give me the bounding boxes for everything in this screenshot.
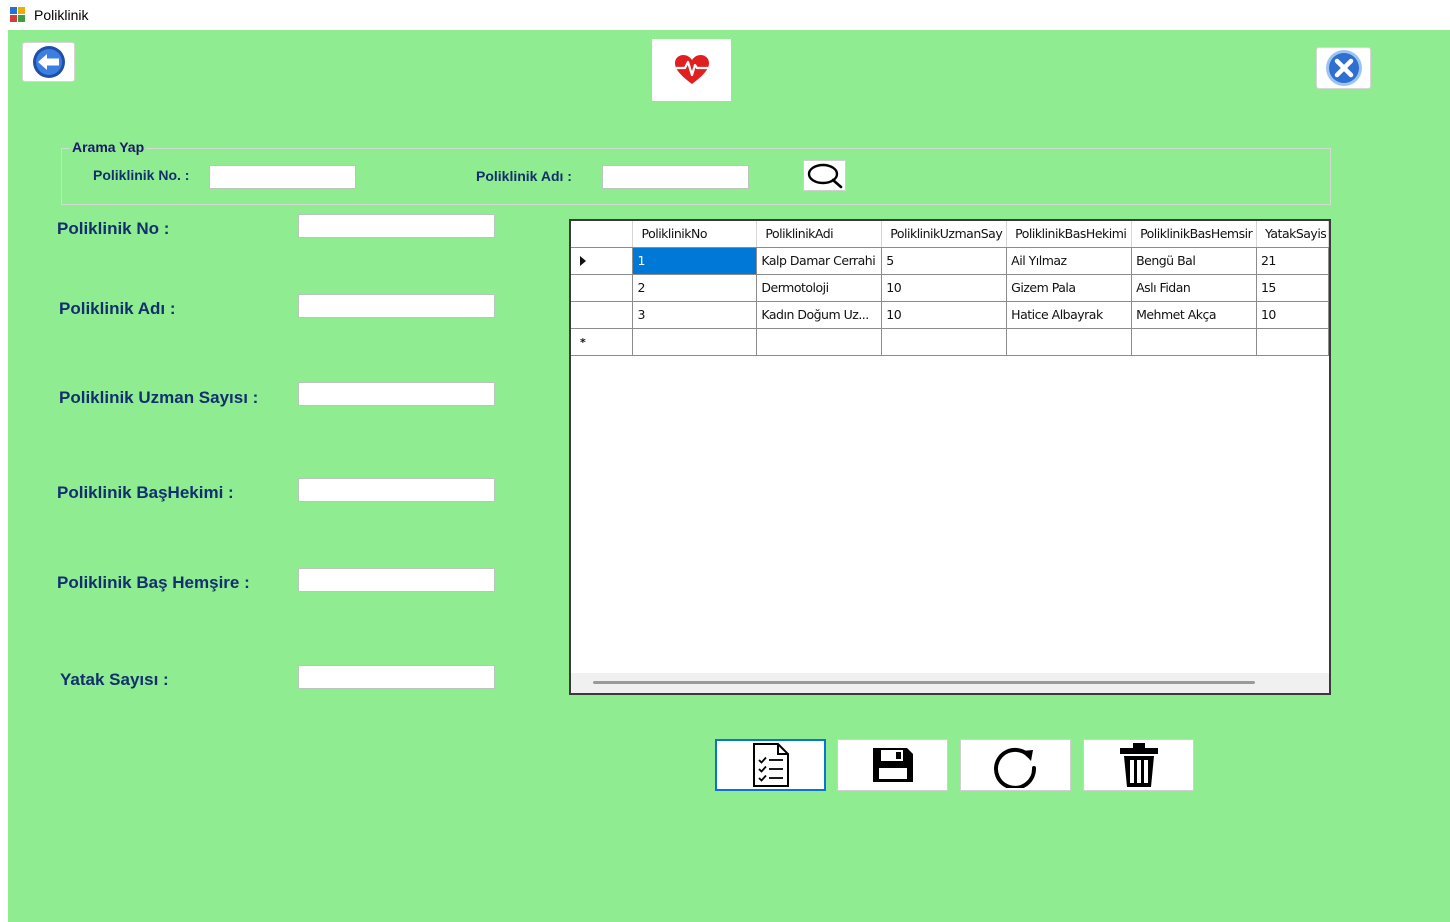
form-head-nurse-input[interactable] (298, 568, 495, 592)
current-row-arrow-icon (580, 256, 586, 266)
form-beds-input[interactable] (298, 665, 495, 689)
row-header-new[interactable]: * (571, 328, 634, 356)
form-beds-label: Yatak Sayısı : (60, 670, 169, 689)
close-button[interactable] (1316, 47, 1371, 89)
floppy-disk-icon (872, 748, 913, 782)
form-head-nurse-label: Poliklinik Baş Hemşire : (57, 573, 250, 592)
delete-button[interactable] (1083, 739, 1194, 791)
table-cell[interactable]: Kadın Doğum Uz... (756, 301, 883, 329)
table-cell[interactable]: 21 (1256, 247, 1329, 275)
close-circle-icon (1325, 50, 1362, 86)
trash-icon (1119, 743, 1158, 787)
form-name-input[interactable] (298, 294, 495, 318)
horizontal-scrollbar[interactable] (571, 673, 1329, 693)
table-cell[interactable]: 10 (1256, 301, 1329, 329)
grid-col-header[interactable]: YatakSayis (1256, 221, 1329, 248)
search-group-title: Arama Yap (70, 139, 147, 155)
table-cell[interactable] (632, 328, 758, 356)
refresh-button[interactable] (960, 739, 1071, 791)
search-button[interactable] (803, 160, 846, 191)
table-cell[interactable]: Gizem Pala (1006, 274, 1133, 302)
search-no-input[interactable] (209, 165, 356, 189)
window-title: Poliklinik (34, 7, 89, 23)
refresh-icon (993, 747, 1036, 788)
grid-header-row: PoliklinikNo PoliklinikAdi PoliklinikUzm… (571, 221, 1329, 248)
table-cell[interactable]: Mehmet Akça (1131, 301, 1257, 329)
table-cell[interactable] (1006, 328, 1133, 356)
table-cell[interactable] (881, 328, 1008, 356)
back-arrow-icon (32, 46, 65, 78)
row-header-current[interactable] (571, 247, 634, 275)
title-bar: Poliklinik (0, 0, 1450, 30)
new-row[interactable]: * (571, 328, 1329, 356)
table-row[interactable]: 1 Kalp Damar Cerrahi 5 Ail Yılmaz Bengü … (571, 247, 1329, 275)
table-row[interactable]: 3 Kadın Doğum Uz... 10 Hatice Albayrak M… (571, 301, 1329, 329)
grid-col-header[interactable]: PoliklinikBasHemsir (1131, 221, 1257, 248)
table-cell[interactable]: Aslı Fidan (1131, 274, 1257, 302)
grid-col-header[interactable]: PoliklinikUzmanSay (881, 221, 1008, 248)
table-cell[interactable]: 5 (881, 247, 1008, 275)
form-no-input[interactable] (298, 214, 495, 238)
table-cell[interactable]: Hatice Albayrak (1006, 301, 1133, 329)
table-cell[interactable] (1256, 328, 1329, 356)
form-name-label: Poliklinik Adı : (59, 299, 176, 318)
form-specialist-label: Poliklinik Uzman Sayısı : (59, 388, 259, 407)
table-row[interactable]: 2 Dermotoloji 10 Gizem Pala Aslı Fidan 1… (571, 274, 1329, 302)
save-button[interactable] (837, 739, 948, 791)
table-cell[interactable]: 15 (1256, 274, 1329, 302)
search-icon (807, 163, 842, 188)
new-row-marker: * (580, 336, 586, 349)
grid-corner-header (571, 221, 634, 248)
table-cell[interactable]: Dermotoloji (756, 274, 883, 302)
checklist-icon (752, 743, 789, 787)
form-no-label: Poliklinik No : (57, 219, 170, 238)
table-cell[interactable]: 10 (881, 274, 1008, 302)
scrollbar-thumb[interactable] (593, 681, 1255, 684)
data-grid[interactable]: PoliklinikNo PoliklinikAdi PoliklinikUzm… (569, 219, 1331, 695)
table-cell[interactable] (756, 328, 883, 356)
table-cell[interactable]: Ail Yılmaz (1006, 247, 1133, 275)
list-button[interactable] (715, 739, 826, 791)
search-name-input[interactable] (602, 165, 749, 189)
search-no-label: Poliklinik No. : (93, 167, 190, 183)
client-area: Arama Yap Poliklinik No. : Poliklinik Ad… (8, 30, 1450, 922)
table-cell[interactable]: 2 (632, 274, 758, 302)
form-specialist-input[interactable] (298, 382, 495, 406)
row-header[interactable] (571, 274, 634, 302)
table-cell[interactable]: Kalp Damar Cerrahi (756, 247, 883, 275)
form-chief-doctor-label: Poliklinik BaşHekimi : (57, 483, 234, 502)
poliklinik-window: Poliklinik Arama Yap Poliklinik No.: Po… (0, 0, 1450, 922)
table-cell[interactable]: 3 (632, 301, 758, 329)
search-name-label: Poliklinik Adı : (476, 168, 572, 184)
table-cell[interactable]: Bengü Bal (1131, 247, 1257, 275)
table-cell[interactable] (1131, 328, 1257, 356)
row-header[interactable] (571, 301, 634, 329)
back-button[interactable] (22, 42, 75, 82)
table-cell[interactable]: 10 (881, 301, 1008, 329)
heart-pulse-icon (674, 55, 709, 84)
grid-col-header[interactable]: PoliklinikNo (632, 221, 758, 248)
grid-col-header[interactable]: PoliklinikBasHekimi (1006, 221, 1133, 248)
grid-col-header[interactable]: PoliklinikAdi (756, 221, 883, 248)
app-icon (10, 7, 26, 23)
logo (652, 39, 731, 101)
table-cell[interactable]: 1 (632, 247, 758, 275)
form-chief-doctor-input[interactable] (298, 478, 495, 502)
